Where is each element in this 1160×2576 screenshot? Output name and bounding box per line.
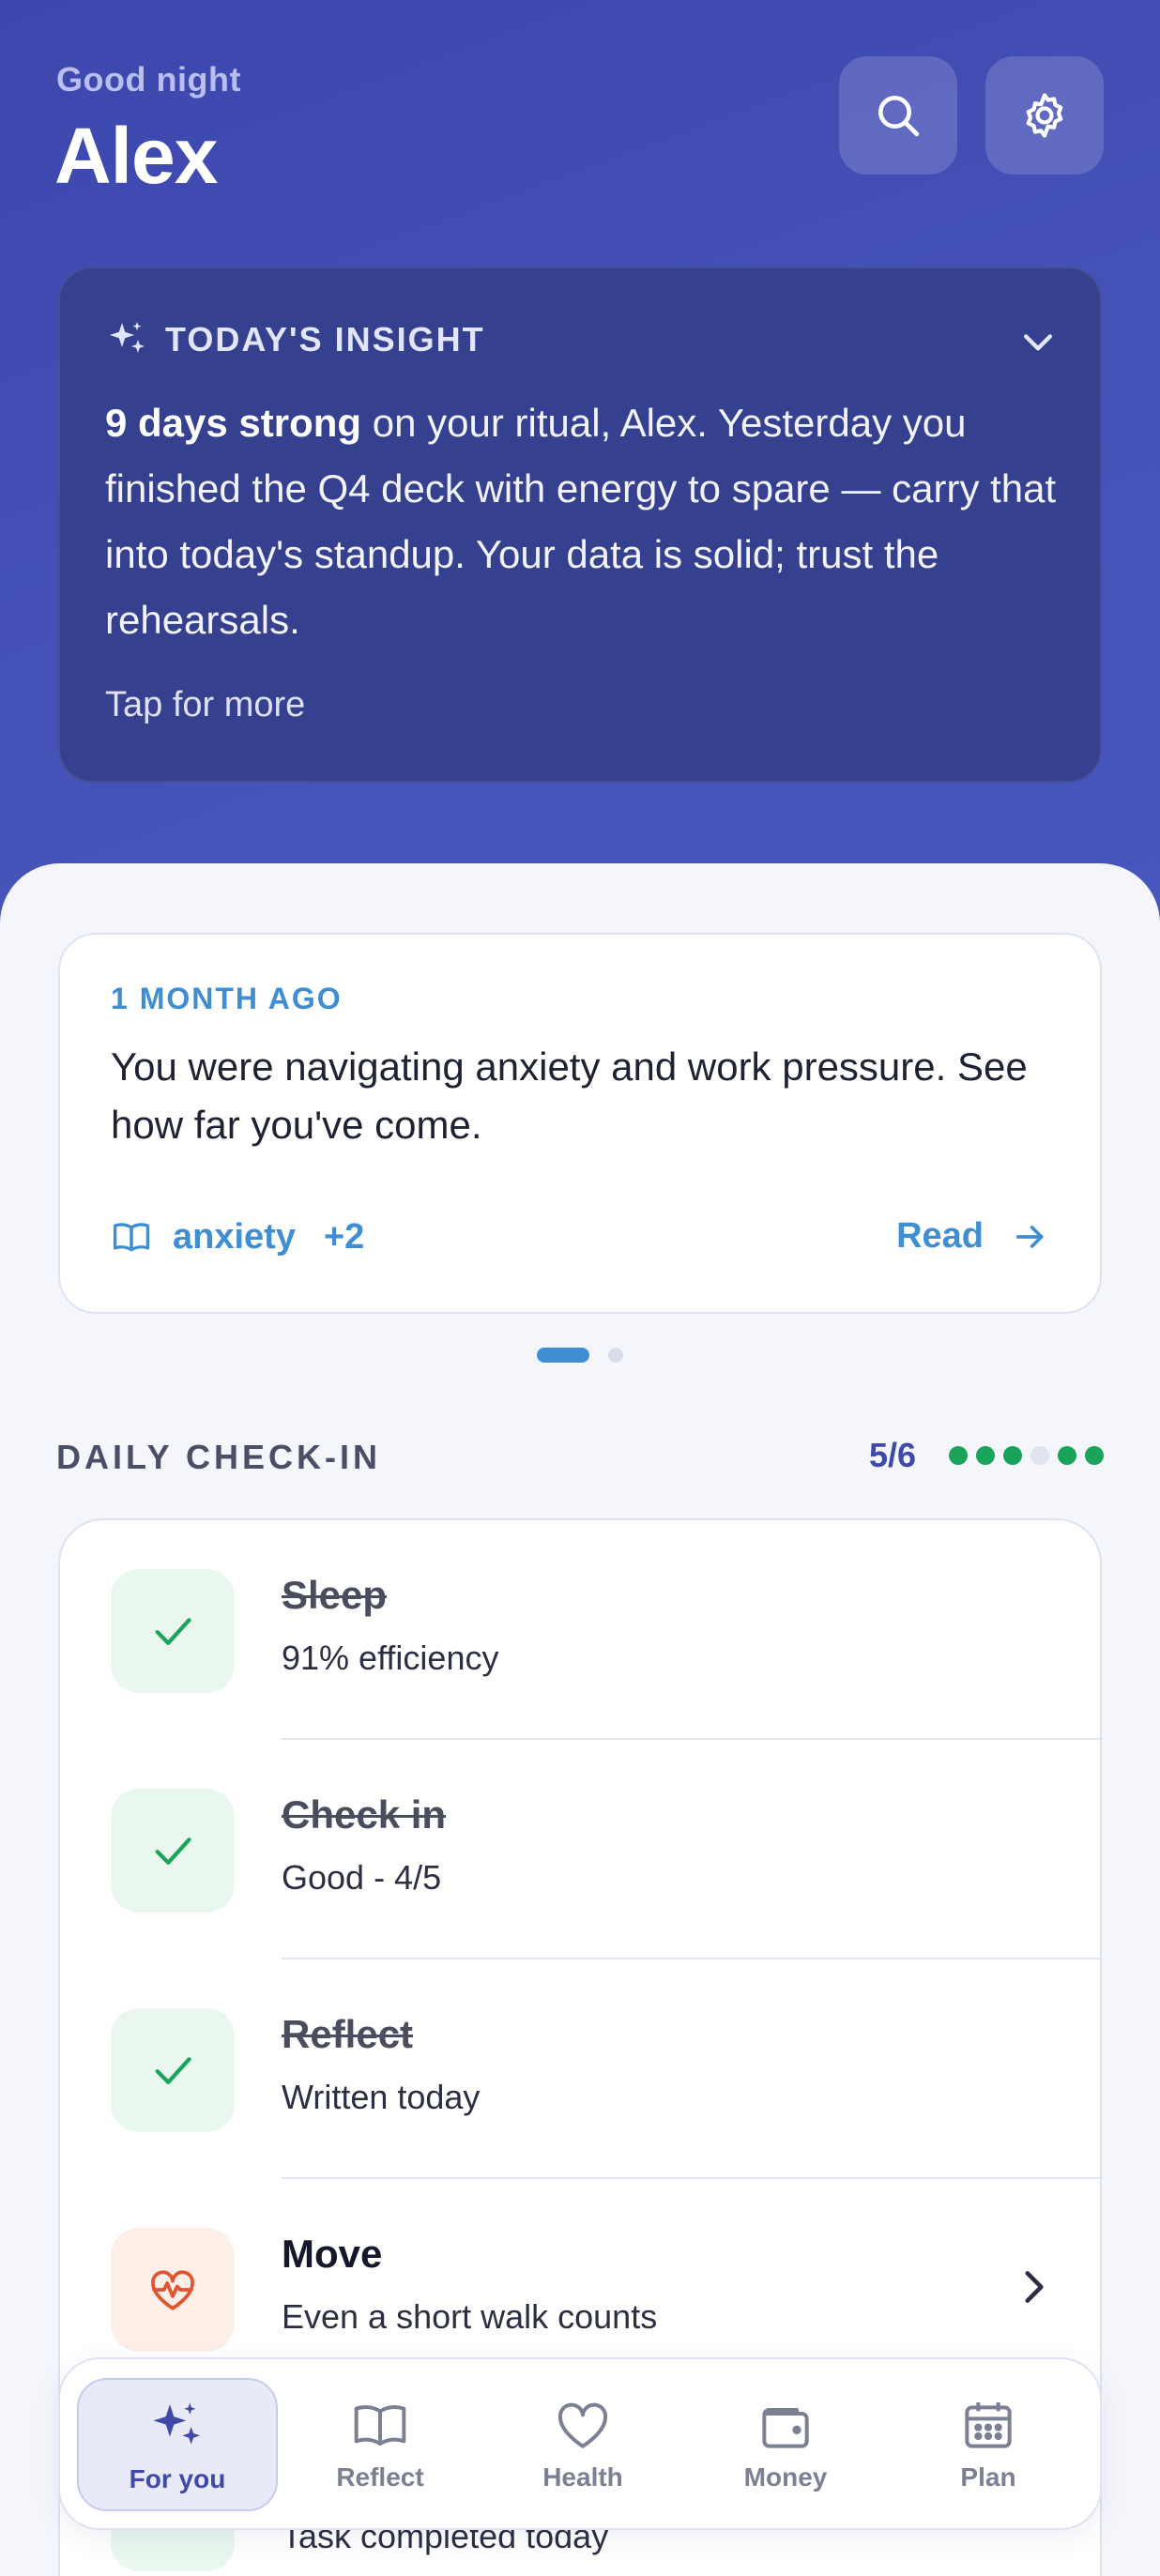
user-name: Alex [54, 112, 218, 200]
memory-tags[interactable]: anxiety +2 [111, 1216, 364, 1258]
wallet-icon [762, 2408, 809, 2448]
greeting-text: Good night [56, 60, 241, 99]
checkin-row[interactable]: Sleep 91% efficiency [60, 1520, 1100, 1740]
nav-label: Money [743, 2462, 828, 2492]
arrow-right-icon [1015, 1225, 1044, 1248]
memory-tag-more: +2 [323, 1216, 365, 1257]
progress-dot [976, 1446, 995, 1465]
checkin-status-tile [111, 1569, 235, 1693]
nav-label: Health [542, 2462, 623, 2492]
checkin-row-title: Reflect [282, 2012, 414, 2056]
nav-reflect[interactable]: Reflect [280, 2378, 481, 2511]
heart-pulse-icon [151, 2270, 194, 2310]
checkin-status-tile [111, 2008, 235, 2132]
checkin-row-subtitle: Written today [282, 2078, 481, 2116]
checkin-row-subtitle: Good - 4/5 [282, 1858, 442, 1897]
nav-for-you[interactable]: For you [77, 2378, 278, 2511]
gear-icon [1026, 93, 1063, 138]
book-icon [354, 2404, 406, 2446]
memory-read-button[interactable]: Read [896, 1216, 1049, 1257]
checkin-status-tile [111, 1789, 235, 1913]
memory-timestamp: 1 MONTH AGO [111, 982, 343, 1015]
bottom-navigation: For you Reflect Health Money Plan [58, 2357, 1102, 2530]
daily-checkin-label: DAILY CHECK-IN [56, 1438, 382, 1476]
pager-dot[interactable] [537, 1348, 589, 1363]
search-button[interactable] [839, 56, 957, 175]
insight-title: TODAY'S INSIGHT [165, 320, 485, 358]
checkin-row-title: Move [282, 2232, 383, 2276]
nav-label: Reflect [336, 2462, 424, 2492]
check-icon [155, 1837, 191, 1865]
checkin-progress-count: 5/6 [868, 1436, 916, 1474]
insight-highlight: 9 days strong [105, 401, 362, 445]
sparkles-icon [153, 2402, 200, 2445]
checkin-row-title: Sleep [282, 1573, 388, 1617]
progress-dot [1085, 1446, 1104, 1465]
checkin-row-subtitle: Even a short walk counts [282, 2297, 658, 2336]
check-icon [155, 1618, 191, 1645]
todays-insight-card[interactable]: TODAY'S INSIGHT 9 days strong on your ri… [58, 267, 1102, 783]
carousel-pager [537, 1348, 642, 1363]
progress-dot [1058, 1446, 1076, 1465]
checkin-row-subtitle: 91% efficiency [282, 1639, 499, 1677]
checkin-row-title: Check in [282, 1792, 447, 1837]
progress-dot [1030, 1446, 1049, 1465]
book-icon [113, 1223, 150, 1252]
sparkles-icon [110, 322, 145, 353]
check-icon [155, 2057, 191, 2084]
chevron-down-icon[interactable] [1017, 321, 1059, 362]
checkin-progress-dots [940, 1446, 1104, 1465]
insight-header: TODAY'S INSIGHT [105, 317, 485, 362]
nav-label: Plan [960, 2462, 1016, 2492]
nav-plan[interactable]: Plan [888, 2378, 1089, 2511]
pager-dot[interactable] [608, 1348, 623, 1363]
memory-read-label: Read [896, 1216, 984, 1256]
memory-tag-label: anxiety [173, 1216, 296, 1257]
search-icon [878, 96, 920, 137]
heart-icon [557, 2402, 608, 2448]
checkin-row[interactable]: Reflect Written today [60, 1959, 1100, 2179]
chevron-right-icon [1025, 2271, 1044, 2303]
memory-text: You were navigating anxiety and work pre… [111, 1044, 1028, 1147]
memory-card[interactable]: 1 MONTH AGO You were navigating anxiety … [58, 933, 1102, 1314]
progress-dot [1003, 1446, 1022, 1465]
checkin-progress: 5/6 [869, 1436, 1104, 1475]
settings-button[interactable] [985, 56, 1104, 175]
hero-header: Good night Alex TODAY'S INSIGHT 9 days s… [0, 0, 1160, 938]
nav-money[interactable]: Money [685, 2378, 886, 2511]
nav-health[interactable]: Health [482, 2378, 683, 2511]
nav-label: For you [129, 2464, 226, 2493]
checkin-row[interactable]: Check in Good - 4/5 [60, 1740, 1100, 1959]
insight-body: 9 days strong on your ritual, Alex. Yest… [105, 390, 1062, 653]
insight-more-link[interactable]: Tap for more [105, 685, 305, 725]
calendar-icon [965, 2402, 1012, 2448]
progress-dot [949, 1446, 968, 1465]
checkin-status-tile [111, 2228, 235, 2352]
